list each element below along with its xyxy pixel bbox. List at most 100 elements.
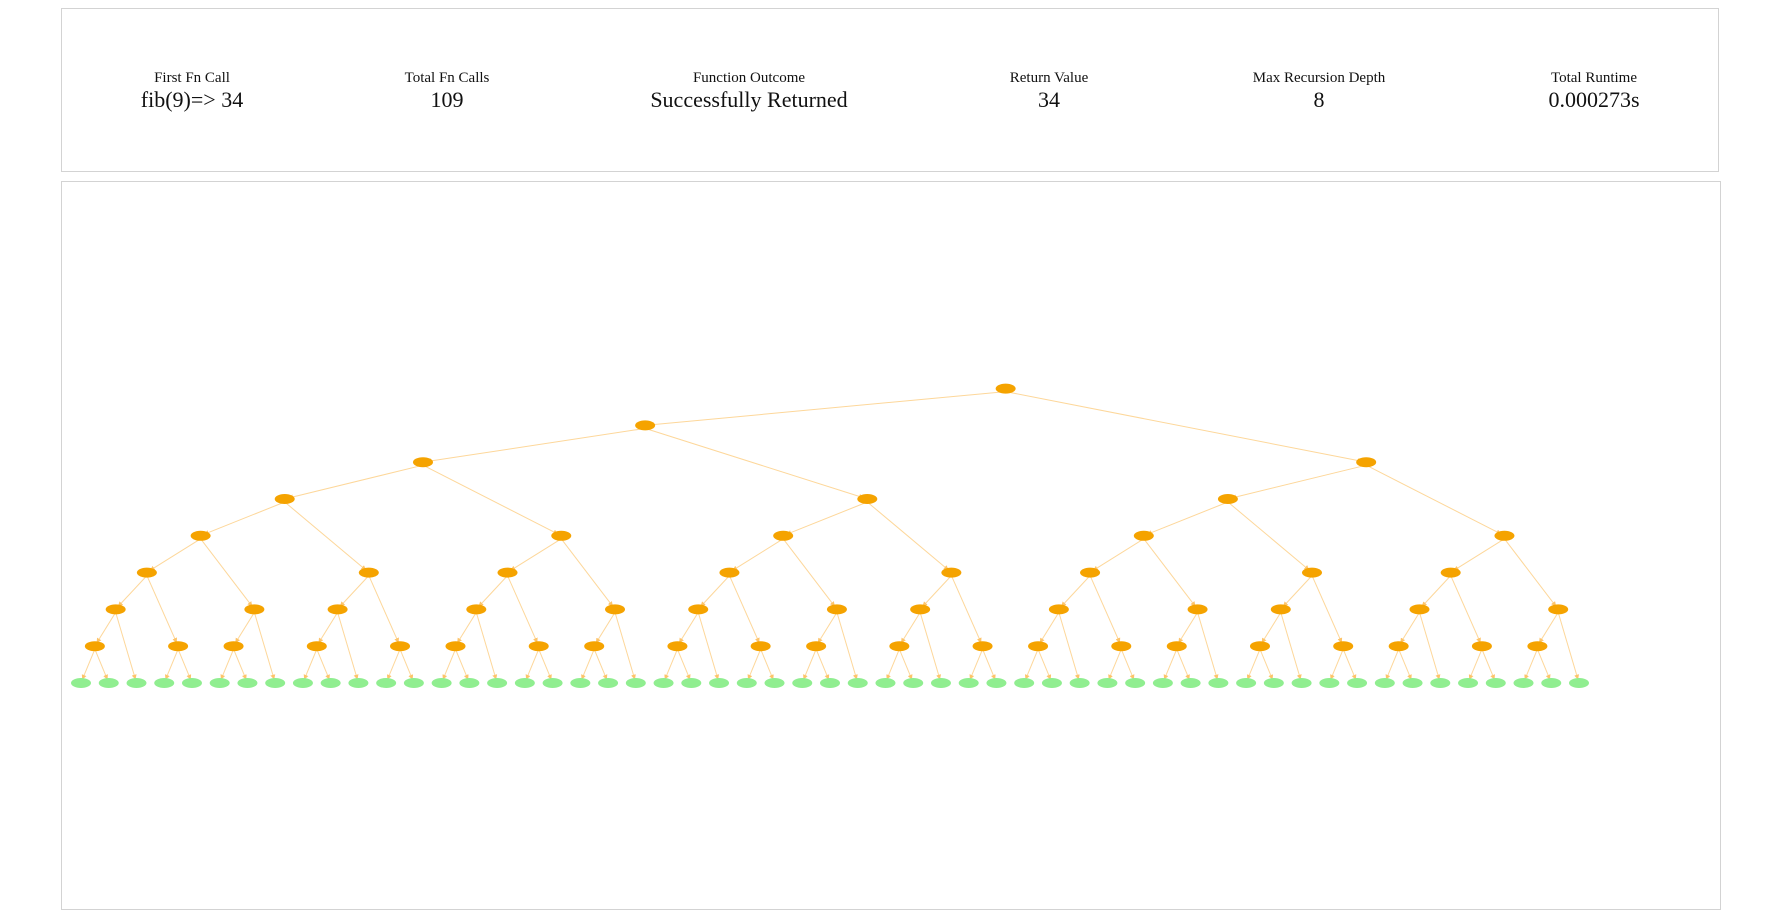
base-case-node[interactable] (709, 678, 730, 688)
recursive-call-node[interactable] (1133, 530, 1154, 541)
recursive-call-node[interactable] (1187, 604, 1208, 615)
recursive-call-node[interactable] (584, 641, 605, 652)
base-case-node[interactable] (1319, 678, 1340, 688)
recursive-call-node[interactable] (1527, 641, 1548, 652)
recursive-call-node[interactable] (910, 604, 931, 615)
base-case-node[interactable] (292, 678, 313, 688)
base-case-node[interactable] (570, 678, 591, 688)
recursive-call-node[interactable] (995, 383, 1016, 394)
base-case-node[interactable] (1236, 678, 1257, 688)
recursive-call-node[interactable] (1333, 641, 1354, 652)
recursive-call-node[interactable] (889, 641, 910, 652)
base-case-node[interactable] (181, 678, 202, 688)
base-case-node[interactable] (1513, 678, 1534, 688)
recursive-call-node[interactable] (528, 641, 549, 652)
recursive-call-node[interactable] (168, 641, 189, 652)
recursive-call-node[interactable] (358, 567, 379, 578)
recursive-call-node[interactable] (327, 604, 348, 615)
recursive-call-node[interactable] (1048, 604, 1069, 615)
base-case-node[interactable] (376, 678, 397, 688)
base-case-node[interactable] (237, 678, 258, 688)
recursive-call-node[interactable] (1028, 641, 1049, 652)
base-case-node[interactable] (1569, 678, 1589, 688)
recursive-call-node[interactable] (1080, 567, 1101, 578)
recursive-call-node[interactable] (719, 567, 740, 578)
recursive-call-node[interactable] (1270, 604, 1291, 615)
recursive-call-node[interactable] (688, 604, 709, 615)
base-case-node[interactable] (1097, 678, 1118, 688)
recursive-call-node[interactable] (1249, 641, 1270, 652)
base-case-node[interactable] (431, 678, 452, 688)
recursive-call-node[interactable] (1548, 604, 1569, 615)
recursive-call-node[interactable] (941, 567, 962, 578)
recursive-call-node[interactable] (605, 604, 626, 615)
base-case-node[interactable] (1125, 678, 1146, 688)
recursive-call-node[interactable] (1471, 641, 1492, 652)
base-case-node[interactable] (1263, 678, 1284, 688)
base-case-node[interactable] (542, 678, 563, 688)
base-case-node[interactable] (625, 678, 646, 688)
base-case-node[interactable] (1208, 678, 1229, 688)
base-case-node[interactable] (403, 678, 424, 688)
base-case-node[interactable] (930, 678, 951, 688)
recursive-call-node[interactable] (136, 567, 157, 578)
base-case-node[interactable] (265, 678, 286, 688)
call-tree-graph[interactable] (62, 182, 1720, 909)
recursive-call-node[interactable] (1217, 494, 1238, 504)
recursive-call-node[interactable] (306, 641, 327, 652)
recursive-call-node[interactable] (274, 494, 295, 504)
recursive-call-node[interactable] (857, 494, 878, 504)
base-case-node[interactable] (514, 678, 535, 688)
base-case-node[interactable] (847, 678, 868, 688)
base-case-node[interactable] (209, 678, 230, 688)
recursive-call-node[interactable] (667, 641, 688, 652)
base-case-node[interactable] (126, 678, 147, 688)
recursive-call-node[interactable] (412, 457, 433, 468)
recursive-call-node[interactable] (635, 420, 656, 431)
recursive-call-node[interactable] (1409, 604, 1430, 615)
base-case-node[interactable] (320, 678, 341, 688)
base-case-node[interactable] (681, 678, 702, 688)
recursive-call-node[interactable] (105, 604, 126, 615)
base-case-node[interactable] (1069, 678, 1090, 688)
base-case-node[interactable] (986, 678, 1007, 688)
recursive-call-node[interactable] (551, 530, 572, 541)
base-case-node[interactable] (1374, 678, 1395, 688)
base-case-node[interactable] (792, 678, 813, 688)
base-case-node[interactable] (1430, 678, 1451, 688)
base-case-node[interactable] (98, 678, 119, 688)
recursive-call-node[interactable] (1440, 567, 1461, 578)
base-case-node[interactable] (653, 678, 674, 688)
recursive-call-node[interactable] (1356, 457, 1377, 468)
base-case-node[interactable] (736, 678, 757, 688)
base-case-node[interactable] (764, 678, 785, 688)
recursive-call-node[interactable] (1494, 530, 1515, 541)
base-case-node[interactable] (487, 678, 508, 688)
recursive-call-node[interactable] (390, 641, 411, 652)
base-case-node[interactable] (459, 678, 480, 688)
recursive-call-node[interactable] (445, 641, 466, 652)
base-case-node[interactable] (958, 678, 979, 688)
base-case-node[interactable] (820, 678, 840, 688)
base-case-node[interactable] (71, 678, 91, 688)
base-case-node[interactable] (1014, 678, 1035, 688)
base-case-node[interactable] (1180, 678, 1201, 688)
call-tree-panel[interactable] (61, 181, 1721, 910)
base-case-node[interactable] (1152, 678, 1173, 688)
recursive-call-node[interactable] (972, 641, 993, 652)
recursive-call-node[interactable] (1166, 641, 1187, 652)
base-case-node[interactable] (348, 678, 369, 688)
base-case-node[interactable] (1458, 678, 1479, 688)
base-case-node[interactable] (1041, 678, 1062, 688)
recursive-call-node[interactable] (1388, 641, 1409, 652)
recursive-call-node[interactable] (244, 604, 265, 615)
recursive-call-node[interactable] (466, 604, 487, 615)
recursive-call-node[interactable] (1111, 641, 1132, 652)
recursive-call-node[interactable] (826, 604, 847, 615)
base-case-node[interactable] (1402, 678, 1423, 688)
recursive-call-node[interactable] (806, 641, 827, 652)
base-case-node[interactable] (903, 678, 924, 688)
recursive-call-node[interactable] (750, 641, 771, 652)
base-case-node[interactable] (1541, 678, 1562, 688)
recursive-call-node[interactable] (190, 530, 211, 541)
